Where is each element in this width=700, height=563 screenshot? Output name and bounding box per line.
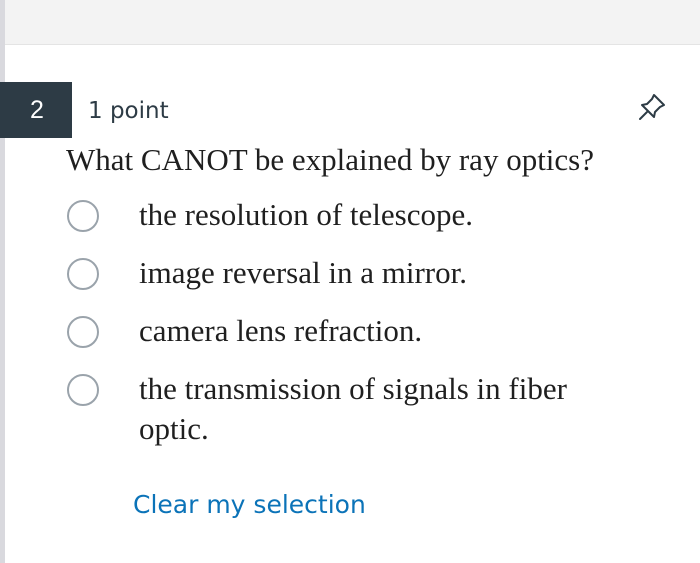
answer-option-label: camera lens refraction. <box>139 313 423 348</box>
points-label: 1 point <box>88 98 169 124</box>
answer-option-label: image reversal in a mirror. <box>139 255 467 290</box>
radio-unchecked-icon[interactable] <box>67 374 99 406</box>
answer-option-label: the resolution of telescope. <box>139 197 474 232</box>
question-prompt: What CANOT be explained by ray optics? <box>66 142 594 177</box>
answer-option[interactable]: camera lens refraction. <box>66 313 666 356</box>
radio-unchecked-icon[interactable] <box>67 316 99 348</box>
answer-option[interactable]: image reversal in a mirror. <box>66 255 666 298</box>
top-band <box>0 0 700 45</box>
radio-unchecked-icon[interactable] <box>67 200 99 232</box>
answer-option[interactable]: the resolution of telescope. <box>66 197 666 240</box>
clear-selection-link[interactable]: Clear my selection <box>133 489 366 521</box>
answer-option-label: the transmission of signals in fiber opt… <box>139 371 567 446</box>
pin-icon[interactable] <box>636 91 668 123</box>
question-number-badge: 2 <box>0 82 72 138</box>
radio-unchecked-icon[interactable] <box>67 258 99 290</box>
answer-option[interactable]: the transmission of signals in fiber opt… <box>66 371 666 454</box>
